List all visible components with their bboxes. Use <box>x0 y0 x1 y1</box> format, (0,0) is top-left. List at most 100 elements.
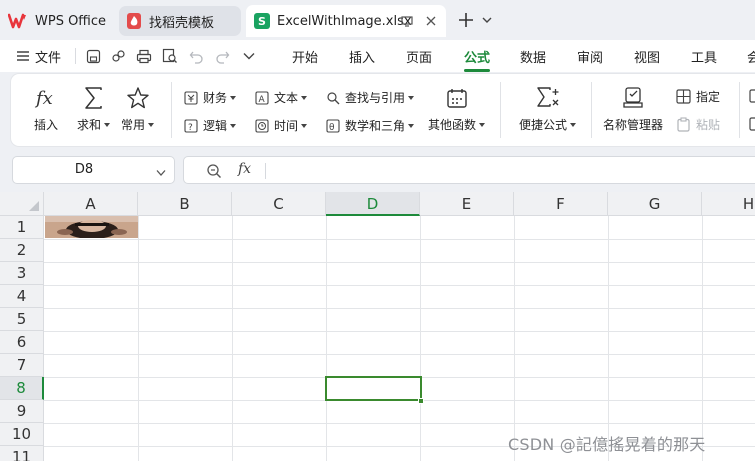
math-trig-button[interactable]: θ 数学和三角 <box>325 117 415 134</box>
table-icon <box>676 89 691 104</box>
divider <box>75 48 76 64</box>
finance-button[interactable]: 财务 <box>183 89 237 106</box>
caret-down-icon <box>230 123 237 128</box>
tab-wps-office[interactable]: WPS Office <box>8 6 114 36</box>
caret-down-icon <box>148 122 155 127</box>
row-header-11[interactable]: 11 <box>0 446 44 461</box>
row-header-4[interactable]: 4 <box>0 285 44 308</box>
select-all-corner[interactable] <box>0 192 44 216</box>
tab-member[interactable]: 会 <box>747 47 755 66</box>
divider <box>591 82 592 138</box>
tab-review[interactable]: 审阅 <box>577 47 603 66</box>
more-functions-button[interactable]: 其他函数 <box>428 84 486 133</box>
autosum-button[interactable]: 求和 <box>77 84 111 133</box>
cell-reference: D8 <box>74 162 94 177</box>
active-cell-d8[interactable] <box>325 376 422 401</box>
embedded-image[interactable] <box>45 216 138 238</box>
tab-data[interactable]: 数据 <box>520 47 546 66</box>
undo-icon[interactable] <box>187 47 205 65</box>
time-functions-button[interactable]: 时间 <box>254 117 308 134</box>
text-functions-button[interactable]: A 文本 <box>254 89 308 106</box>
logic-label: 逻辑 <box>203 119 228 133</box>
caret-down-icon <box>408 95 415 100</box>
quick-formula-button[interactable]: 便捷公式 <box>519 84 577 133</box>
column-header-f[interactable]: F <box>514 192 608 216</box>
column-header-d[interactable]: D <box>326 192 420 216</box>
overflow-tool-button[interactable] <box>748 116 755 131</box>
tab-view[interactable]: 视图 <box>634 47 660 66</box>
row-header-9[interactable]: 9 <box>0 400 44 423</box>
quick-formula-icon <box>535 84 561 112</box>
specify-label: 指定 <box>696 90 721 104</box>
overflow-tool-button[interactable] <box>748 88 755 103</box>
print-icon[interactable] <box>135 47 153 65</box>
lookup-reference-label: 查找与引用 <box>345 91 406 105</box>
row-header-8[interactable]: 8 <box>0 377 44 400</box>
name-box[interactable]: D8 <box>12 156 175 184</box>
gridline <box>420 216 421 461</box>
ribbon-formulas: fx 插入 求和 常用 财务 ? 逻辑 A 文本 时间 查找与引用 θ 数学和三… <box>11 74 755 146</box>
svg-text:?: ? <box>188 123 193 133</box>
tab-label: ExcelWithImage.xlsx <box>277 13 412 29</box>
print-preview-icon[interactable] <box>161 47 179 65</box>
docer-icon <box>127 13 141 29</box>
common-functions-label: 常用 <box>121 118 146 132</box>
name-manager-button[interactable]: 名称管理器 <box>603 84 663 133</box>
tab-tools[interactable]: 工具 <box>691 47 717 66</box>
finance-label: 财务 <box>203 91 228 105</box>
wps-logo-icon <box>8 12 30 30</box>
calendar-grid-icon <box>444 84 470 112</box>
share-icon[interactable] <box>109 47 127 65</box>
tab-home[interactable]: 开始 <box>292 47 318 66</box>
math-trig-label: 数学和三角 <box>345 119 406 133</box>
row-header-7[interactable]: 7 <box>0 354 44 377</box>
column-header-e[interactable]: E <box>420 192 514 216</box>
chevron-down-icon[interactable] <box>481 10 493 30</box>
row-header-6[interactable]: 6 <box>0 331 44 354</box>
row-header-5[interactable]: 5 <box>0 308 44 331</box>
tab-insert[interactable]: 插入 <box>349 47 375 66</box>
tab-page[interactable]: 页面 <box>406 47 432 66</box>
title-tab-bar: WPS Office 找稻壳模板 S ExcelWithImage.xlsx <box>0 0 755 40</box>
paste-button[interactable]: 粘贴 <box>676 116 720 133</box>
specify-button[interactable]: 指定 <box>676 88 720 105</box>
redo-icon[interactable] <box>213 47 231 65</box>
tab-docer-templates[interactable]: 找稻壳模板 <box>119 6 241 36</box>
gridline <box>608 216 609 461</box>
file-menu[interactable]: 文件 <box>35 47 61 66</box>
divider <box>171 82 172 138</box>
lookup-icon <box>325 90 340 105</box>
common-functions-button[interactable]: 常用 <box>121 84 155 133</box>
row-header-3[interactable]: 3 <box>0 262 44 285</box>
row-header-2[interactable]: 2 <box>0 239 44 262</box>
float-window-icon[interactable] <box>399 13 415 29</box>
tab-excel-document[interactable]: S ExcelWithImage.xlsx <box>246 5 446 37</box>
column-header-c[interactable]: C <box>232 192 326 216</box>
row-header-1[interactable]: 1 <box>0 216 44 239</box>
menu-icon[interactable] <box>16 49 30 63</box>
fx-icon[interactable]: fx <box>238 161 251 177</box>
tab-formulas[interactable]: 公式 <box>464 47 490 66</box>
insert-function-button[interactable]: fx 插入 <box>33 84 59 133</box>
zoom-icon[interactable] <box>206 163 222 179</box>
logic-button[interactable]: ? 逻辑 <box>183 117 237 134</box>
row-header-10[interactable]: 10 <box>0 423 44 446</box>
close-icon[interactable] <box>423 13 439 29</box>
select-all-icon <box>29 201 39 211</box>
spreadsheet-grid[interactable]: A B C D E F G H 1 2 3 4 5 6 7 8 9 10 11 <box>0 192 755 461</box>
save-icon[interactable] <box>84 47 102 65</box>
caret-down-icon <box>301 95 308 100</box>
column-header-h[interactable]: H <box>702 192 755 216</box>
column-header-g[interactable]: G <box>608 192 702 216</box>
new-tab-button[interactable] <box>456 10 476 30</box>
gridline <box>44 262 755 263</box>
watermark-text: CSDN @記億搖晃着的那天 <box>508 435 706 454</box>
sigma-icon <box>81 84 107 112</box>
column-header-b[interactable]: B <box>138 192 232 216</box>
chevron-down-icon[interactable] <box>240 47 258 65</box>
fill-handle[interactable] <box>418 398 424 404</box>
chevron-down-icon[interactable] <box>156 166 166 176</box>
text-icon: A <box>254 90 269 105</box>
lookup-reference-button[interactable]: 查找与引用 <box>325 89 415 106</box>
column-header-a[interactable]: A <box>44 192 138 216</box>
